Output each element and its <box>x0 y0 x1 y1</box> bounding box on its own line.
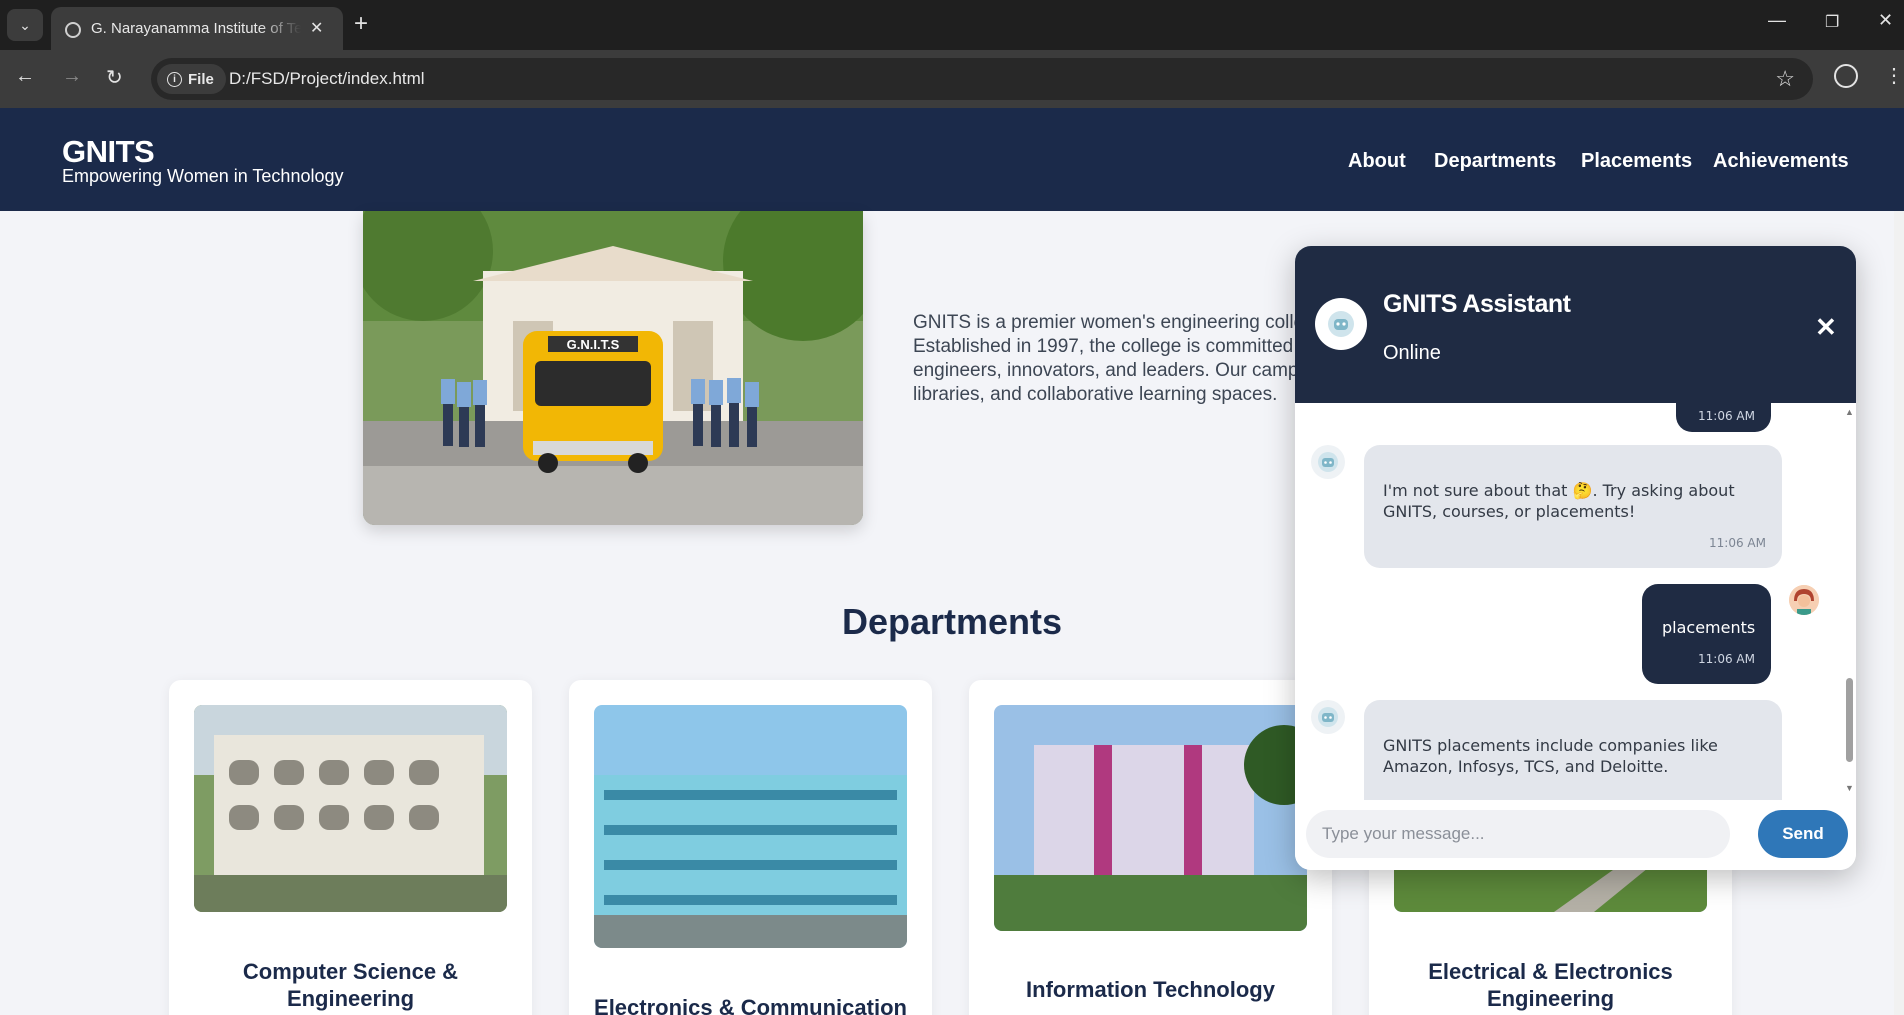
about-line: libraries, and collaborative learning sp… <box>913 384 1278 405</box>
bot-avatar-icon <box>1315 298 1367 350</box>
tab-close-icon[interactable]: ✕ <box>310 18 323 38</box>
about-line: Established in 1997, the college is comm… <box>913 336 1294 357</box>
ece-building-photo <box>594 705 907 948</box>
message-time: 11:06 AM <box>1709 536 1766 550</box>
nav-about[interactable]: About <box>1348 150 1406 173</box>
chat-widget: GNITS Assistant Online ✕ 11:06 AM I'm no… <box>1295 246 1856 870</box>
message-text: GNITS placements include companies like … <box>1383 736 1718 776</box>
url-scheme-label: File <box>188 70 214 88</box>
scroll-up-arrow-icon[interactable]: ▲ <box>1845 407 1854 417</box>
browser-tab[interactable]: G. Narayanamma Institute of Technology ✕ <box>51 7 343 50</box>
about-line: GNITS is a premier women's engineering c… <box>913 312 1310 333</box>
chat-message-input[interactable] <box>1306 810 1730 858</box>
nav-placements[interactable]: Placements <box>1581 150 1692 173</box>
message-time: 11:06 AM <box>1698 409 1755 423</box>
info-icon: i <box>167 71 182 87</box>
department-card-cse[interactable]: Computer Science & Engineering <box>169 680 532 1015</box>
user-avatar-icon <box>1789 585 1819 615</box>
department-card-ece[interactable]: Electronics & Communication <box>569 680 932 1015</box>
nav-achievements[interactable]: Achievements <box>1713 150 1849 173</box>
department-name: Electrical & Electronics Engineering <box>1428 959 1673 1011</box>
it-building-photo <box>994 705 1307 931</box>
site-info-chip[interactable]: i File <box>157 64 226 94</box>
chat-input-row: Send <box>1295 800 1856 870</box>
new-tab-plus-icon[interactable]: + <box>354 10 368 38</box>
site-header: GNITS Empowering Women in Technology Abo… <box>0 108 1904 211</box>
campus-bus-photo: G.N.I.T.S <box>363 211 863 525</box>
user-message: 11:06 AM <box>1676 403 1771 432</box>
send-button[interactable]: Send <box>1758 810 1848 858</box>
minimize-icon[interactable]: — <box>1768 10 1786 31</box>
chat-status: Online <box>1383 342 1441 364</box>
site-logo-text[interactable]: GNITS <box>62 134 155 170</box>
bot-message: I'm not sure about that 🤔. Try asking ab… <box>1364 445 1782 568</box>
more-menu-icon[interactable]: ⋮ <box>1884 63 1904 88</box>
browser-toolbar: ← → ↻ i File D:/FSD/Project/index.html ☆… <box>0 50 1904 108</box>
chat-header: GNITS Assistant Online ✕ <box>1295 246 1856 403</box>
user-message: placements 11:06 AM <box>1642 584 1771 684</box>
chat-messages[interactable]: 11:06 AM I'm not sure about that 🤔. Try … <box>1295 403 1856 800</box>
department-name: Information Technology <box>1026 977 1275 1002</box>
chat-scrollbar[interactable]: ▲ ▼ <box>1842 407 1856 797</box>
tab-title: G. Narayanamma Institute of Technology <box>91 20 301 37</box>
globe-icon <box>65 22 81 38</box>
bot-avatar-icon <box>1311 700 1345 734</box>
message-text: I'm not sure about that 🤔. Try asking ab… <box>1383 481 1735 521</box>
tab-search-chevron-icon[interactable]: ⌄ <box>7 9 43 41</box>
url-text[interactable]: D:/FSD/Project/index.html <box>229 69 425 89</box>
message-text: placements <box>1662 618 1756 637</box>
department-card-it[interactable]: Information Technology <box>969 680 1332 1015</box>
browser-tab-bar: ⌄ G. Narayanamma Institute of Technology… <box>0 0 1904 50</box>
cse-building-photo <box>194 705 507 912</box>
bot-avatar-icon <box>1311 445 1345 479</box>
department-name: Electronics & Communication <box>594 995 907 1015</box>
reload-icon[interactable]: ↻ <box>106 65 123 90</box>
nav-departments[interactable]: Departments <box>1434 150 1556 173</box>
window-close-icon[interactable]: ✕ <box>1878 10 1893 31</box>
department-name: Computer Science & Engineering <box>242 959 459 1011</box>
scroll-down-arrow-icon[interactable]: ▼ <box>1845 783 1854 793</box>
bot-message: GNITS placements include companies like … <box>1364 700 1782 800</box>
chat-title: GNITS Assistant <box>1383 290 1571 318</box>
about-line: engineers, innovators, and leaders. Our … <box>913 360 1299 381</box>
chat-scroll-thumb[interactable] <box>1846 678 1853 762</box>
bookmark-star-icon[interactable]: ☆ <box>1775 66 1795 92</box>
about-paragraph: GNITS is a premier women's engineering c… <box>913 311 1310 407</box>
message-time: 11:06 AM <box>1698 652 1755 666</box>
site-tagline: Empowering Women in Technology <box>62 166 344 186</box>
profile-icon[interactable] <box>1834 64 1858 88</box>
forward-arrow-icon[interactable]: → <box>62 65 82 88</box>
back-arrow-icon[interactable]: ← <box>15 65 35 88</box>
restore-icon[interactable]: ❐ <box>1825 12 1839 32</box>
svg-text:G.N.I.T.S: G.N.I.T.S <box>567 337 620 352</box>
address-bar[interactable]: i File D:/FSD/Project/index.html ☆ <box>151 58 1813 100</box>
chat-close-icon[interactable]: ✕ <box>1815 312 1837 343</box>
